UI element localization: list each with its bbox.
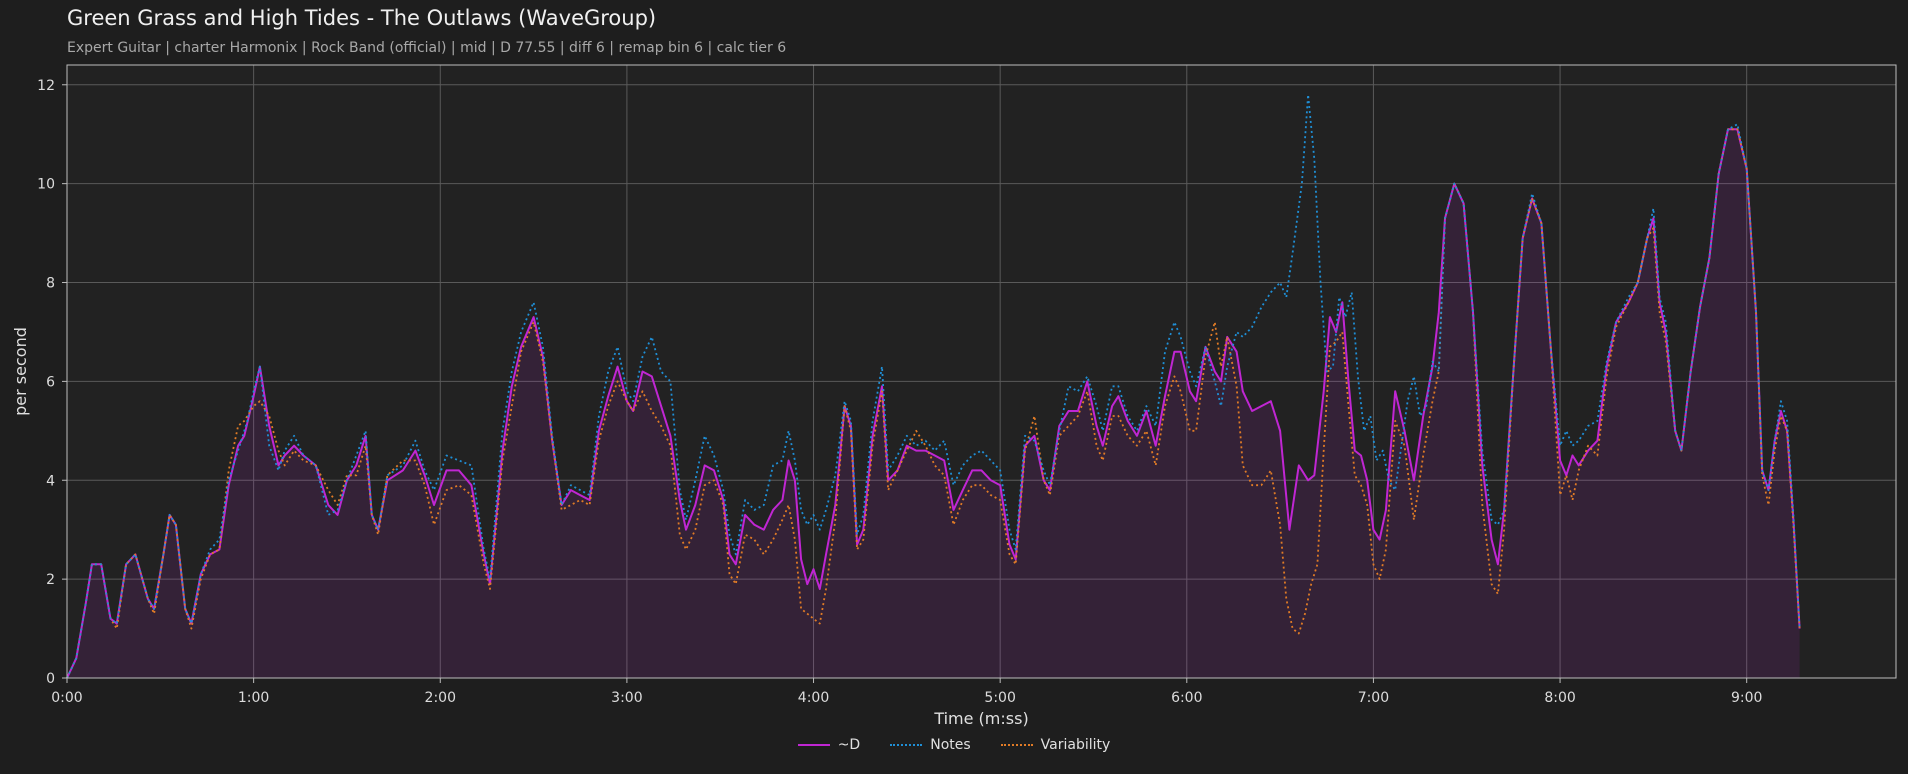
legend-item: Notes: [890, 737, 971, 753]
legend-swatch: [890, 744, 923, 746]
x-tick-label: 6:00: [1171, 690, 1202, 706]
y-tick-label: 4: [46, 473, 55, 489]
y-tick-label: 2: [46, 572, 55, 588]
legend-label: Variability: [1040, 737, 1111, 753]
legend: ~D Notes Variability: [0, 737, 1908, 753]
y-tick-label: 10: [37, 177, 55, 193]
legend-swatch: [797, 744, 830, 746]
y-tick-label: 8: [46, 276, 55, 292]
x-tick-label: 2:00: [425, 690, 456, 706]
y-tick-label: 12: [37, 78, 55, 94]
x-tick-label: 7:00: [1358, 690, 1389, 706]
legend-swatch: [1000, 744, 1033, 746]
x-tick-label: 5:00: [984, 690, 1015, 706]
x-tick-label: 9:00: [1731, 690, 1762, 706]
y-tick-label: 0: [46, 671, 55, 687]
x-tick-label: 3:00: [611, 690, 642, 706]
x-tick-label: 4:00: [798, 690, 829, 706]
y-tick-label: 6: [46, 374, 55, 390]
x-tick-label: 0:00: [51, 690, 82, 706]
chart-plot: 0:00 1:00 2:00 3:00 4:00 5:00 6:00 7:00 8:00 9:00…: [11, 64, 1897, 728]
legend-item: ~D: [797, 737, 861, 753]
legend-label: Notes: [930, 737, 971, 753]
x-tick-label: 1:00: [238, 690, 269, 706]
legend-item: Variability: [1000, 737, 1111, 753]
x-tick-label: 8:00: [1544, 690, 1575, 706]
x-axis-title: Time (m:ss): [933, 709, 1028, 728]
y-axis-title: per second: [11, 327, 30, 416]
legend-label: ~D: [837, 737, 861, 753]
